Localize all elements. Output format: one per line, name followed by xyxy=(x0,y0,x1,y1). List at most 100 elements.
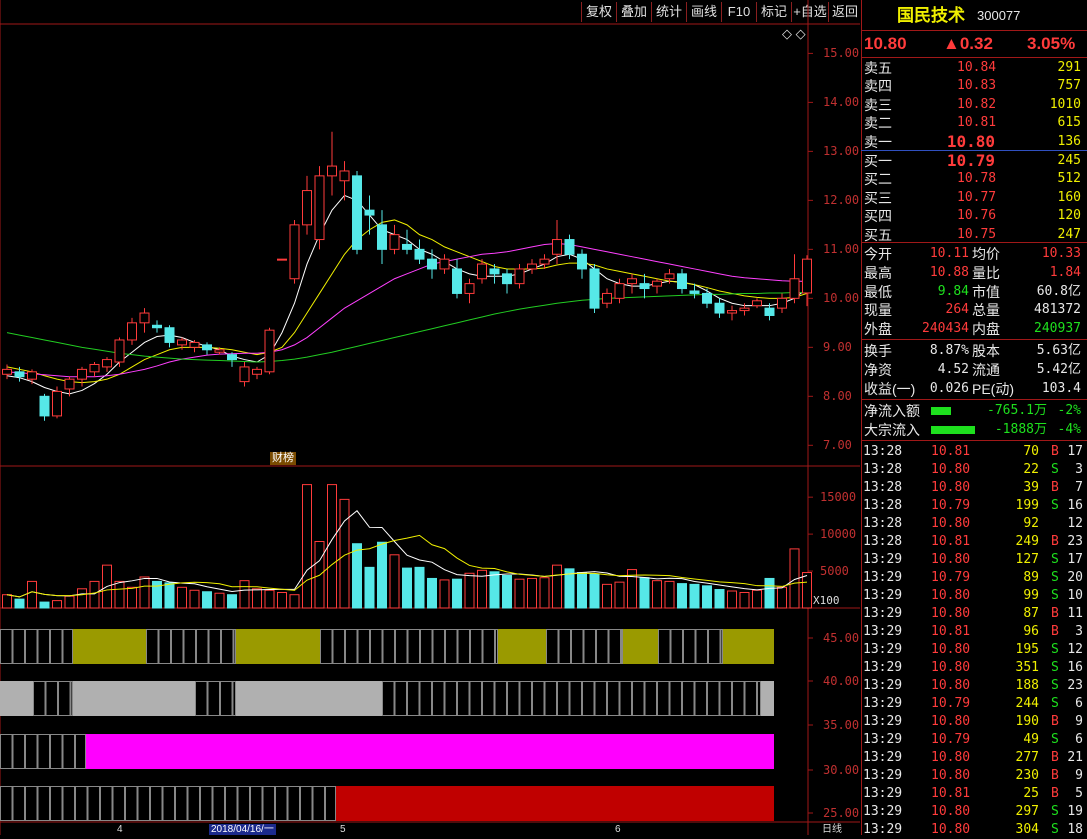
indicator-band-cell xyxy=(532,681,545,716)
stat-label: 内盘 xyxy=(972,321,1000,338)
volume-bar xyxy=(39,601,50,609)
indicator-band-cell xyxy=(607,681,620,716)
tick-price: 10.80 xyxy=(931,588,971,603)
stat-value: 240434 xyxy=(922,321,969,337)
order-book-volume: 1010 xyxy=(1049,96,1081,112)
tick-time: 13:29 xyxy=(863,804,903,819)
volume-bar xyxy=(327,484,337,609)
tick-row[interactable]: 13:29 10.80 188 S 23 xyxy=(861,677,1085,695)
indicator-band-cell xyxy=(45,681,58,716)
tick-row[interactable]: 13:29 10.80 297 S 19 xyxy=(861,803,1085,821)
tick-row[interactable]: 13:28 10.80 39 B 7 xyxy=(861,479,1085,497)
tick-direction: S xyxy=(1051,804,1059,819)
tick-row[interactable]: 13:29 10.80 351 S 16 xyxy=(861,659,1085,677)
fundamental-value: 103.4 xyxy=(1041,381,1081,396)
candle-body xyxy=(377,224,387,250)
indicator-band-cell xyxy=(207,681,220,716)
tick-direction: S xyxy=(1051,552,1059,567)
indicator-band-cell xyxy=(571,629,584,664)
tick-row[interactable]: 13:29 10.80 190 B 9 xyxy=(861,713,1085,731)
order-book-row[interactable]: 卖五 10.84 291 xyxy=(861,59,1085,77)
indicator-band-cell xyxy=(237,786,250,821)
money-flow-value: -1888万 xyxy=(994,422,1047,437)
order-book-row[interactable]: 买五 10.75 247 xyxy=(861,226,1085,244)
indicator-band-fill xyxy=(761,681,774,716)
order-book-row[interactable]: 卖四 10.83 757 xyxy=(861,77,1085,95)
tick-row[interactable]: 13:28 10.79 199 S 16 xyxy=(861,497,1085,515)
indicator-band-cell xyxy=(212,786,225,821)
order-book-row[interactable]: 卖一 10.80 136 xyxy=(861,132,1085,151)
tick-price: 10.80 xyxy=(931,822,971,837)
tick-row[interactable]: 13:29 10.79 49 S 6 xyxy=(861,731,1085,749)
volume-bar xyxy=(114,580,125,609)
period-label[interactable]: 日线 xyxy=(822,824,842,835)
diamond-icon[interactable]: ◇ ◇ xyxy=(782,26,806,42)
indicator-band-cell xyxy=(183,629,196,664)
tick-row[interactable]: 13:29 10.80 195 S 12 xyxy=(861,641,1085,659)
tick-row[interactable]: 13:29 10.81 96 B 3 xyxy=(861,623,1085,641)
tick-row[interactable]: 13:29 10.80 230 B 9 xyxy=(861,767,1085,785)
order-book-level-label: 卖二 xyxy=(864,115,892,132)
candle-body xyxy=(714,302,725,314)
order-book-row[interactable]: 卖三 10.82 1010 xyxy=(861,96,1085,114)
tick-time: 13:29 xyxy=(863,624,903,639)
tick-row[interactable]: 13:29 10.79 244 S 6 xyxy=(861,695,1085,713)
tick-row[interactable]: 13:29 10.80 99 S 10 xyxy=(861,587,1085,605)
tick-row[interactable]: 13:28 10.81 249 B 23 xyxy=(861,533,1085,551)
order-book-row[interactable]: 买三 10.77 160 xyxy=(861,189,1085,207)
candle-body xyxy=(552,239,562,255)
tick-count: 3 xyxy=(1075,462,1083,477)
fundamentals-row: 净资 4.52 流通 5.42亿 xyxy=(861,361,1085,379)
indicator-band-cell xyxy=(658,629,671,664)
order-book-row[interactable]: 买四 10.76 120 xyxy=(861,207,1085,225)
indicator-band-cell xyxy=(25,786,38,821)
tick-row[interactable]: 13:29 10.80 87 B 11 xyxy=(861,605,1085,623)
volume-bar xyxy=(664,580,675,609)
tick-row[interactable]: 13:28 10.81 70 B 17 xyxy=(861,443,1085,461)
tick-row[interactable]: 13:29 10.81 25 B 5 xyxy=(861,785,1085,803)
volume-bar xyxy=(2,594,12,609)
candle-body xyxy=(152,324,162,329)
indicator-band-cell xyxy=(557,681,570,716)
indicator-band-cell xyxy=(569,681,582,716)
tick-price: 10.80 xyxy=(931,714,971,729)
date-axis-label: 4 xyxy=(117,824,123,835)
tick-time: 13:28 xyxy=(863,534,903,549)
indicator-band-cell xyxy=(494,681,507,716)
money-flow-label: 净流入额 xyxy=(864,403,920,419)
tick-count: 6 xyxy=(1075,696,1083,711)
order-book-row[interactable]: 买二 10.78 512 xyxy=(861,170,1085,188)
indicator-band-cell xyxy=(357,629,370,664)
indicator-band-cell xyxy=(225,786,238,821)
tick-row[interactable]: 13:29 10.80 127 S 17 xyxy=(861,551,1085,569)
tick-direction: B xyxy=(1051,768,1059,783)
tick-row[interactable]: 13:28 10.80 92 12 xyxy=(861,515,1085,533)
kline-chart[interactable] xyxy=(0,0,860,835)
candle-body xyxy=(539,258,550,265)
tick-row[interactable]: 13:29 10.79 89 S 20 xyxy=(861,569,1085,587)
candle-body xyxy=(677,273,687,290)
indicator-band-cell xyxy=(657,681,670,716)
candle-body xyxy=(614,283,625,299)
tick-direction: B xyxy=(1051,624,1059,639)
stat-label: 今开 xyxy=(864,246,892,262)
stat-label: 最低 xyxy=(864,283,892,300)
volume-bar xyxy=(714,589,725,609)
event-marker-label[interactable]: 财榜 xyxy=(270,452,296,465)
money-flow-row: 大宗流入 -1888万 -4% xyxy=(861,421,1085,439)
tick-row[interactable]: 13:28 10.80 22 S 3 xyxy=(861,461,1085,479)
indicator-band-cell xyxy=(695,629,708,664)
indicator-band-fill xyxy=(723,629,774,664)
order-book-row[interactable]: 买一 10.79 245 xyxy=(861,152,1085,170)
stat-label: 量比 xyxy=(972,264,1000,281)
order-book-row[interactable]: 卖二 10.81 615 xyxy=(861,114,1085,132)
indicator-band-cell xyxy=(420,629,433,664)
tick-count: 17 xyxy=(1067,552,1083,567)
candle-body xyxy=(102,359,112,368)
candle-body xyxy=(239,366,250,383)
tick-count: 18 xyxy=(1067,822,1083,837)
volume-bar xyxy=(27,580,37,609)
indicator-band-cell xyxy=(732,681,745,716)
tick-row[interactable]: 13:29 10.80 304 S 18 xyxy=(861,821,1085,839)
tick-row[interactable]: 13:29 10.80 277 B 21 xyxy=(861,749,1085,767)
